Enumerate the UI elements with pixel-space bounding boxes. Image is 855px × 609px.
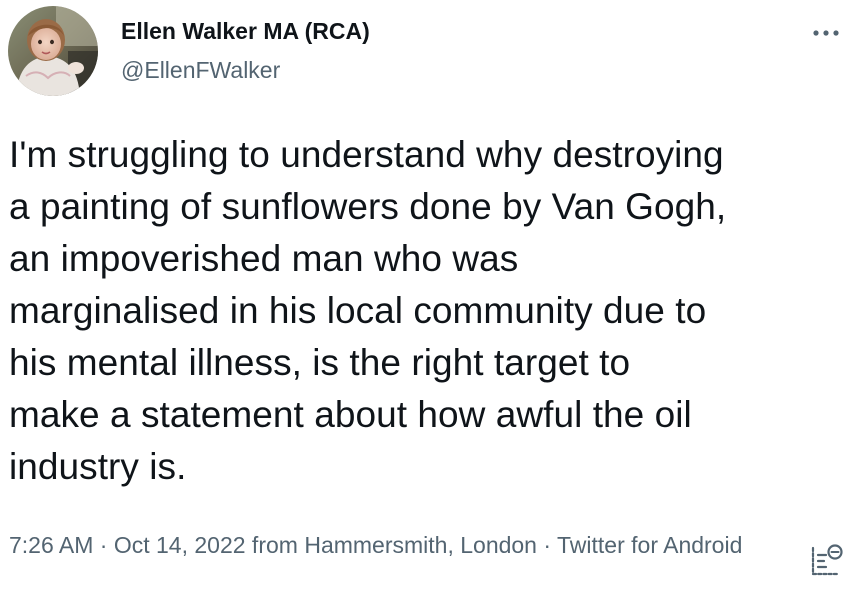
tweet-text-line: marginalised in his local community due … xyxy=(9,290,707,331)
user-handle[interactable]: @EllenFWalker xyxy=(121,55,370,85)
tweet-text-line: his mental illness, is the right target … xyxy=(9,342,631,383)
tweet-text-line: make a statement about how awful the oil xyxy=(9,394,692,435)
tweet-time[interactable]: 7:26 AM xyxy=(9,532,93,558)
tweet-text-line: I'm struggling to understand why destroy… xyxy=(9,134,724,175)
location-prefix: from xyxy=(245,532,305,558)
tweet-source[interactable]: Twitter for Android xyxy=(557,532,742,558)
more-icon[interactable] xyxy=(808,20,844,46)
tweet-text-line: an impoverished man who was xyxy=(9,238,519,279)
author-block: Ellen Walker MA (RCA) @EllenFWalker xyxy=(121,16,370,85)
tweet-text: I'm struggling to understand why destroy… xyxy=(9,129,849,493)
meta-separator: · xyxy=(536,532,558,558)
avatar[interactable] xyxy=(8,6,98,96)
tweet-text-line: a painting of sunflowers done by Van Gog… xyxy=(9,186,727,227)
tweet-text-line: industry is. xyxy=(9,446,187,487)
tweet-location[interactable]: Hammersmith, London xyxy=(304,532,537,558)
tweet-card: Ellen Walker MA (RCA) @EllenFWalker I'm … xyxy=(0,0,855,609)
avatar-image xyxy=(8,6,98,96)
meta-separator: · xyxy=(93,532,114,558)
tweet-metadata: 7:26 AM · Oct 14, 2022 from Hammersmith,… xyxy=(9,528,784,563)
analytics-icon[interactable] xyxy=(809,541,845,579)
display-name[interactable]: Ellen Walker MA (RCA) xyxy=(121,16,370,46)
tweet-date[interactable]: Oct 14, 2022 xyxy=(114,532,246,558)
